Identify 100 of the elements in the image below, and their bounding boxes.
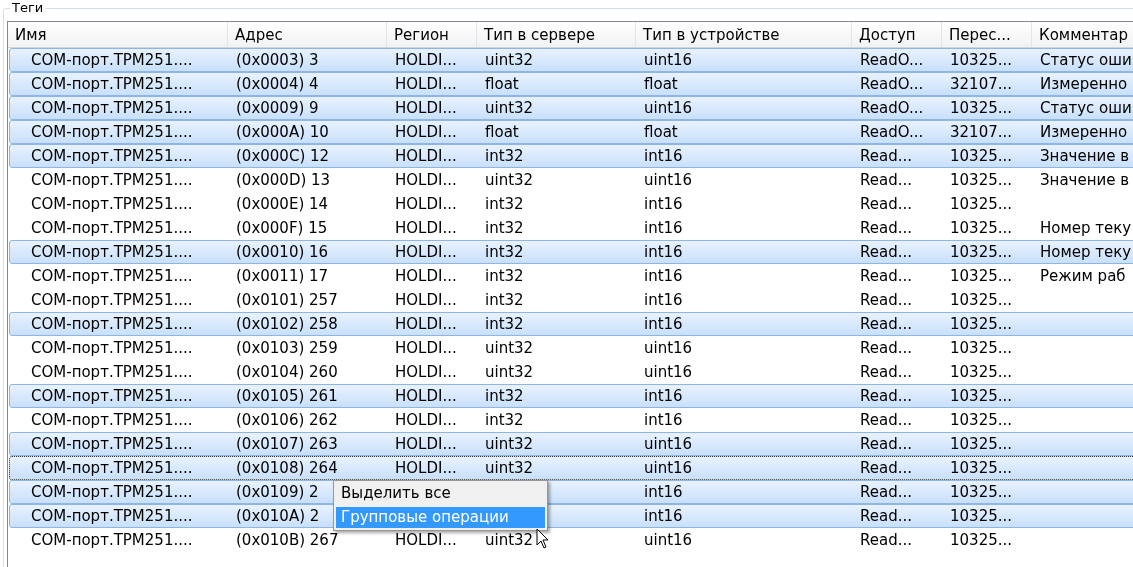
table-cell: uint16 bbox=[644, 459, 693, 477]
table-cell: (0x0101) 257 bbox=[236, 291, 338, 309]
table-cell: ReadO... bbox=[860, 75, 924, 93]
column-header[interactable]: Адрес bbox=[228, 22, 387, 47]
table-cell: Read... bbox=[860, 219, 912, 237]
table-cell: 10325... bbox=[950, 363, 1013, 381]
table-cell: COM-порт.ТРМ251.... bbox=[31, 123, 193, 141]
table-cell: (0x0109) 2 bbox=[236, 483, 319, 501]
table-row[interactable]: COM-порт.ТРМ251.... (0x000A) 10 HOLDI... float float ReadO... 32107... Измеренно bbox=[9, 120, 1133, 144]
table-cell: (0x0104) 260 bbox=[236, 363, 338, 381]
table-cell: Read... bbox=[860, 507, 912, 525]
table-cell: uint32 bbox=[485, 363, 534, 381]
table-cell: float bbox=[644, 123, 678, 141]
table-cell: COM-порт.ТРМ251.... bbox=[31, 363, 193, 381]
table-cell: int32 bbox=[485, 219, 524, 237]
table-cell: Read... bbox=[860, 147, 912, 165]
table-row[interactable]: COM-порт.ТРМ251.... (0x0004) 4 HOLDI... float float ReadO... 32107... Измеренно bbox=[9, 72, 1133, 96]
table-cell: uint16 bbox=[644, 171, 693, 189]
table-cell: int32 bbox=[485, 195, 524, 213]
table-cell: int16 bbox=[644, 267, 683, 285]
table-cell: 10325... bbox=[950, 435, 1013, 453]
table-cell: (0x000E) 14 bbox=[236, 195, 329, 213]
column-header[interactable]: Тип в сервере bbox=[477, 22, 636, 47]
table-cell: COM-порт.ТРМ251.... bbox=[31, 483, 193, 501]
table-row[interactable]: COM-порт.ТРМ251.... (0x0104) 260 HOLDI... uint32 uint16 Read... 10325... bbox=[9, 360, 1133, 384]
table-cell: COM-порт.ТРМ251.... bbox=[31, 531, 193, 549]
table-cell: float bbox=[485, 123, 519, 141]
menu-item[interactable]: Выделить все bbox=[336, 483, 545, 504]
table-cell: int32 bbox=[485, 267, 524, 285]
table-row[interactable]: COM-порт.ТРМ251.... (0x0102) 258 HOLDI... int32 int16 Read... 10325... bbox=[9, 312, 1133, 336]
table-row[interactable]: COM-порт.ТРМ251.... (0x000C) 12 HOLDI... int32 int16 Read... 10325... Значение в bbox=[9, 144, 1133, 168]
table-cell: ReadO... bbox=[860, 123, 924, 141]
table-cell: 10325... bbox=[950, 291, 1013, 309]
table-cell: 10325... bbox=[950, 339, 1013, 357]
table-cell: HOLDI... bbox=[395, 339, 457, 357]
table-row[interactable]: COM-порт.ТРМ251.... (0x0107) 263 HOLDI... uint32 uint16 Read... 10325... bbox=[9, 432, 1133, 456]
table-cell: COM-порт.ТРМ251.... bbox=[31, 339, 193, 357]
table-cell: int32 bbox=[485, 243, 524, 261]
table-cell: COM-порт.ТРМ251.... bbox=[31, 435, 193, 453]
table-row[interactable]: COM-порт.ТРМ251.... (0x010B) 267 HOLDI... uint32 uint16 Read... 10325... bbox=[9, 528, 1133, 552]
table-cell: 10325... bbox=[950, 219, 1013, 237]
table-cell: uint16 bbox=[644, 339, 693, 357]
column-header[interactable]: Тип в устройстве bbox=[636, 22, 852, 47]
table-row[interactable]: COM-порт.ТРМ251.... (0x000E) 14 HOLDI... int32 int16 Read... 10325... bbox=[9, 192, 1133, 216]
table-cell: HOLDI... bbox=[395, 75, 457, 93]
table-cell: COM-порт.ТРМ251.... bbox=[31, 51, 193, 69]
table-cell: (0x000C) 12 bbox=[236, 147, 330, 165]
table-cell: HOLDI... bbox=[395, 291, 457, 309]
table-cell: 10325... bbox=[950, 171, 1013, 189]
table-row[interactable]: COM-порт.ТРМ251.... (0x000D) 13 HOLDI... uint32 uint16 Read... 10325... Значение в bbox=[9, 168, 1133, 192]
table-row[interactable]: COM-порт.ТРМ251.... (0x0106) 262 HOLDI... int32 int16 Read... 10325... bbox=[9, 408, 1133, 432]
table-row[interactable]: COM-порт.ТРМ251.... (0x0105) 261 HOLDI... int32 int16 Read... 10325... bbox=[9, 384, 1133, 408]
column-header[interactable]: Комментар bbox=[1032, 22, 1133, 47]
table-cell: int16 bbox=[644, 387, 683, 405]
table-cell: 10325... bbox=[950, 99, 1013, 117]
table-row[interactable]: COM-порт.ТРМ251.... (0x0108) 264 HOLDI... uint32 uint16 Read... 10325... bbox=[9, 456, 1133, 480]
table-cell: uint32 bbox=[485, 531, 534, 549]
table-cell: HOLDI... bbox=[395, 387, 457, 405]
table-cell: (0x010A) 2 bbox=[236, 507, 320, 525]
table-cell: (0x000A) 10 bbox=[236, 123, 329, 141]
table-cell: int16 bbox=[644, 243, 683, 261]
table-cell: Read... bbox=[860, 339, 912, 357]
table-cell: ReadO... bbox=[860, 51, 924, 69]
table-cell: 10325... bbox=[950, 243, 1013, 261]
table-cell: HOLDI... bbox=[395, 267, 457, 285]
table-cell: HOLDI... bbox=[395, 411, 457, 429]
table-cell: int32 bbox=[485, 147, 524, 165]
table-cell: 10325... bbox=[950, 315, 1013, 333]
table-cell: HOLDI... bbox=[395, 51, 457, 69]
table-cell: 10325... bbox=[950, 267, 1013, 285]
table-cell: (0x0003) 3 bbox=[236, 51, 319, 69]
table-cell: Измеренно bbox=[1040, 75, 1128, 93]
table-cell: int32 bbox=[485, 315, 524, 333]
table-cell: HOLDI... bbox=[395, 219, 457, 237]
table-cell: Значение в bbox=[1040, 171, 1130, 189]
table-cell: uint16 bbox=[644, 99, 693, 117]
table-cell: int32 bbox=[485, 291, 524, 309]
table-cell: uint16 bbox=[644, 363, 693, 381]
column-header[interactable]: Перес... bbox=[942, 22, 1032, 47]
table-cell: float bbox=[644, 75, 678, 93]
table-row[interactable]: COM-порт.ТРМ251.... (0x0010) 16 HOLDI... int32 int16 Read... 10325... Номер теку bbox=[9, 240, 1133, 264]
table-row[interactable]: COM-порт.ТРМ251.... (0x0009) 9 HOLDI... uint32 uint16 ReadO... 10325... Статус оши bbox=[9, 96, 1133, 120]
table-row[interactable]: COM-порт.ТРМ251.... (0x0003) 3 HOLDI... uint32 uint16 ReadO... 10325... Статус оши bbox=[9, 48, 1133, 72]
table-cell: int16 bbox=[644, 507, 683, 525]
column-header[interactable]: Имя bbox=[8, 22, 228, 47]
cursor-icon bbox=[536, 528, 550, 550]
table-row[interactable]: COM-порт.ТРМ251.... (0x0101) 257 HOLDI... int32 int16 Read... 10325... bbox=[9, 288, 1133, 312]
table-cell: 10325... bbox=[950, 507, 1013, 525]
column-header[interactable]: Регион bbox=[387, 22, 477, 47]
table-row[interactable]: COM-порт.ТРМ251.... (0x0011) 17 HOLDI... int32 int16 Read... 10325... Режим раб bbox=[9, 264, 1133, 288]
table-cell: COM-порт.ТРМ251.... bbox=[31, 219, 193, 237]
table-cell: Read... bbox=[860, 243, 912, 261]
table-row[interactable]: COM-порт.ТРМ251.... (0x000F) 15 HOLDI... int32 int16 Read... 10325... Номер теку bbox=[9, 216, 1133, 240]
table-cell: Read... bbox=[860, 531, 912, 549]
table-cell: uint32 bbox=[485, 459, 534, 477]
table-cell: 10325... bbox=[950, 483, 1013, 501]
column-header[interactable]: Доступ bbox=[852, 22, 942, 47]
table-row[interactable]: COM-порт.ТРМ251.... (0x0103) 259 HOLDI... uint32 uint16 Read... 10325... bbox=[9, 336, 1133, 360]
table-cell: (0x0102) 258 bbox=[236, 315, 338, 333]
table-cell: (0x000F) 15 bbox=[236, 219, 328, 237]
